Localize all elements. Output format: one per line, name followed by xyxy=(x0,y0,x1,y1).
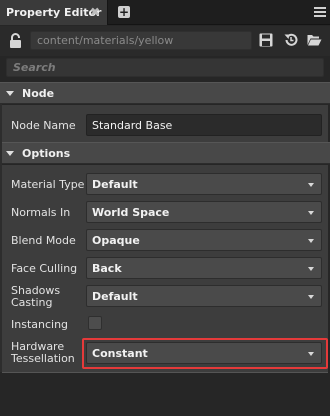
shadows-casting-label-line2: Casting xyxy=(11,296,53,309)
node-name-field[interactable]: Standard Base xyxy=(86,114,322,136)
chevron-down-icon xyxy=(6,91,14,96)
hardware-tessellation-value: Constant xyxy=(92,346,148,360)
section-title: Node xyxy=(22,86,55,100)
face-culling-value: Back xyxy=(92,261,122,275)
shadows-casting-value: Default xyxy=(92,289,138,303)
material-type-value: Default xyxy=(92,177,138,191)
lock-icon[interactable] xyxy=(9,33,22,48)
add-tab-icon[interactable]: + xyxy=(118,6,130,18)
dropdown-arrow-icon xyxy=(308,211,314,215)
blend-mode-select[interactable]: Opaque xyxy=(86,229,322,251)
hardware-tessellation-label-line2: Tessellation xyxy=(11,352,75,365)
dropdown-arrow-icon xyxy=(308,239,314,243)
close-icon[interactable]: ✖ xyxy=(89,6,101,18)
section-options-header[interactable]: Options xyxy=(0,142,330,164)
shadows-casting-select[interactable]: Default xyxy=(86,285,322,307)
revert-icon[interactable] xyxy=(283,32,299,48)
blend-mode-label: Blend Mode xyxy=(11,234,76,247)
path-input[interactable]: content/materials/yellow xyxy=(30,31,252,50)
dropdown-arrow-icon xyxy=(308,295,314,299)
dropdown-arrow-icon xyxy=(308,267,314,271)
node-name-label: Node Name xyxy=(11,119,76,132)
face-culling-select[interactable]: Back xyxy=(86,257,322,279)
material-type-select[interactable]: Default xyxy=(86,173,322,195)
tab-title: Property Editor xyxy=(6,6,102,19)
section-title: Options xyxy=(22,146,71,160)
instancing-checkbox[interactable] xyxy=(88,316,102,330)
hardware-tessellation-select[interactable]: Constant xyxy=(86,342,322,364)
divider xyxy=(2,372,328,373)
instancing-label: Instancing xyxy=(11,318,69,331)
hamburger-menu-icon[interactable] xyxy=(314,7,326,17)
section-node-header[interactable]: Node xyxy=(0,82,330,104)
node-name-value: Standard Base xyxy=(92,118,173,132)
normals-in-label: Normals In xyxy=(11,206,71,219)
blend-mode-value: Opaque xyxy=(92,233,140,247)
material-type-label: Material Type xyxy=(11,178,85,191)
chevron-down-icon xyxy=(6,151,14,156)
save-icon[interactable] xyxy=(259,33,273,47)
normals-in-value: World Space xyxy=(92,205,170,219)
dropdown-arrow-icon xyxy=(308,352,314,356)
folder-open-icon[interactable] xyxy=(307,34,322,46)
panel-edge xyxy=(0,104,2,372)
tab-bar: Property Editor ✖ + xyxy=(0,0,330,25)
normals-in-select[interactable]: World Space xyxy=(86,201,322,223)
search-input[interactable]: Search xyxy=(6,58,324,77)
face-culling-label: Face Culling xyxy=(11,262,78,275)
dropdown-arrow-icon xyxy=(308,183,314,187)
